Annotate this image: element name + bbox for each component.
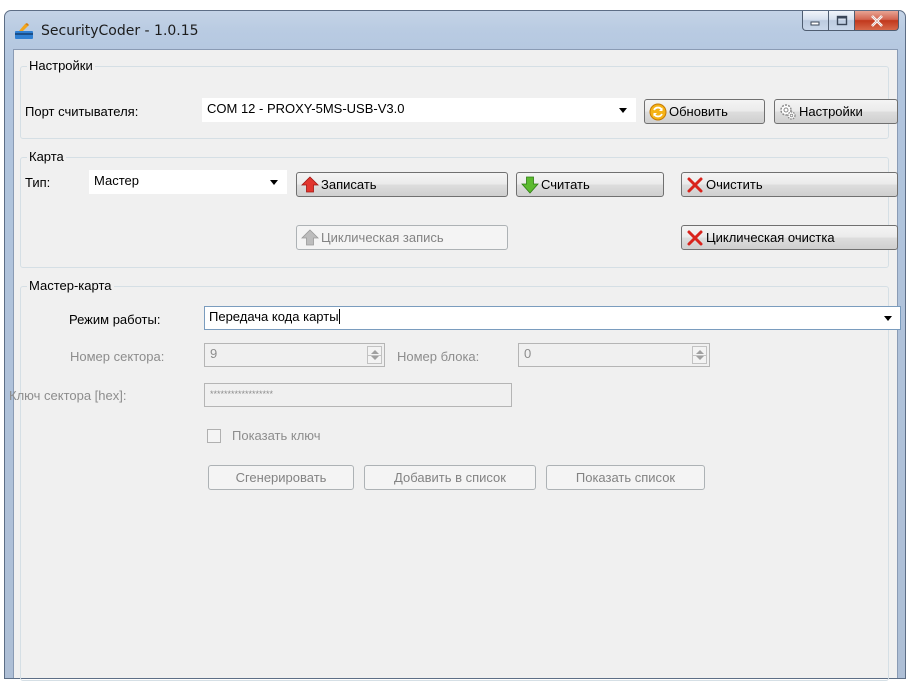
app-icon xyxy=(15,23,33,39)
card-group-title: Карта xyxy=(27,149,66,164)
key-label: Ключ сектора [hex]: xyxy=(9,388,127,403)
mode-select[interactable]: Передача кода карты xyxy=(204,306,901,330)
mode-value: Передача кода карты xyxy=(209,309,339,324)
show-list-button[interactable]: Показать список xyxy=(546,465,705,490)
refresh-icon xyxy=(649,103,667,120)
show-key-checkbox[interactable] xyxy=(207,429,221,443)
key-field[interactable]: ****************** xyxy=(204,383,512,407)
text-cursor xyxy=(338,309,340,324)
port-label: Порт считывателя: xyxy=(25,104,139,119)
block-value: 0 xyxy=(524,346,532,361)
key-value: ****************** xyxy=(210,389,274,399)
block-label: Номер блока: xyxy=(397,349,480,364)
read-button-label: Считать xyxy=(541,177,590,192)
cross-icon xyxy=(687,177,703,192)
title-bar[interactable]: SecurityCoder - 1.0.15 xyxy=(5,11,905,49)
add-to-list-button-label: Добавить в список xyxy=(394,470,506,485)
settings-button-label: Настройки xyxy=(799,104,863,119)
cyclic-write-button-label: Циклическая запись xyxy=(321,230,444,245)
type-value: Мастер xyxy=(94,173,139,188)
port-value: COM 12 - PROXY-5MS-USB-V3.0 xyxy=(207,101,405,116)
spinner-arrows-icon[interactable] xyxy=(692,346,707,364)
write-button[interactable]: Записать xyxy=(296,172,508,197)
cyclic-clear-button[interactable]: Циклическая очистка xyxy=(681,225,898,250)
spinner-arrows-icon[interactable] xyxy=(367,346,382,364)
window-title: SecurityCoder - 1.0.15 xyxy=(41,23,199,39)
read-button[interactable]: Считать xyxy=(516,172,664,197)
sector-value: 9 xyxy=(210,346,218,361)
clear-button-label: Очистить xyxy=(706,177,763,192)
gear-icon xyxy=(780,103,796,120)
maximize-icon xyxy=(836,15,847,26)
chevron-down-icon xyxy=(884,316,892,321)
close-button[interactable] xyxy=(855,11,899,31)
clear-button[interactable]: Очистить xyxy=(681,172,898,197)
settings-button[interactable]: Настройки xyxy=(774,99,898,124)
chevron-down-icon xyxy=(619,108,627,113)
maximize-button[interactable] xyxy=(829,11,855,31)
arrow-up-icon xyxy=(301,228,319,245)
type-label: Тип: xyxy=(25,175,51,190)
cyclic-clear-button-label: Циклическая очистка xyxy=(706,230,835,245)
close-icon xyxy=(870,14,883,27)
card-group: Карта Тип: Мастер Записать Считать Очист… xyxy=(20,149,898,268)
mode-label: Режим работы: xyxy=(69,312,161,327)
block-spinbox[interactable]: 0 xyxy=(518,343,710,367)
sector-spinbox[interactable]: 9 xyxy=(204,343,385,367)
cyclic-write-button[interactable]: Циклическая запись xyxy=(296,225,508,250)
settings-group-title: Настройки xyxy=(27,58,95,73)
add-to-list-button[interactable]: Добавить в список xyxy=(364,465,536,490)
cross-icon xyxy=(687,230,703,245)
refresh-button[interactable]: Обновить xyxy=(644,99,765,124)
show-key-label: Показать ключ xyxy=(232,428,321,443)
settings-group: Настройки Порт считывателя: COM 12 - PRO… xyxy=(20,58,898,139)
master-card-group-title: Мастер-карта xyxy=(27,278,114,293)
arrow-up-icon xyxy=(301,175,319,192)
master-card-group: Мастер-карта Режим работы: Передача кода… xyxy=(9,278,901,681)
type-select[interactable]: Мастер xyxy=(89,170,287,194)
show-list-button-label: Показать список xyxy=(575,470,676,485)
arrow-down-icon xyxy=(521,176,539,194)
generate-button-label: Сгенерировать xyxy=(235,470,327,485)
write-button-label: Записать xyxy=(321,177,377,192)
app-window: SecurityCoder - 1.0.15 Настройки Порт сч… xyxy=(4,10,906,681)
minimize-icon xyxy=(810,21,820,25)
caption-buttons xyxy=(802,11,899,33)
client-area: Настройки Порт считывателя: COM 12 - PRO… xyxy=(9,49,901,681)
minimize-button[interactable] xyxy=(802,11,829,31)
chevron-down-icon xyxy=(270,180,278,185)
generate-button[interactable]: Сгенерировать xyxy=(208,465,354,490)
sector-label: Номер сектора: xyxy=(70,349,165,364)
port-select[interactable]: COM 12 - PROXY-5MS-USB-V3.0 xyxy=(202,98,636,122)
refresh-button-label: Обновить xyxy=(669,104,728,119)
